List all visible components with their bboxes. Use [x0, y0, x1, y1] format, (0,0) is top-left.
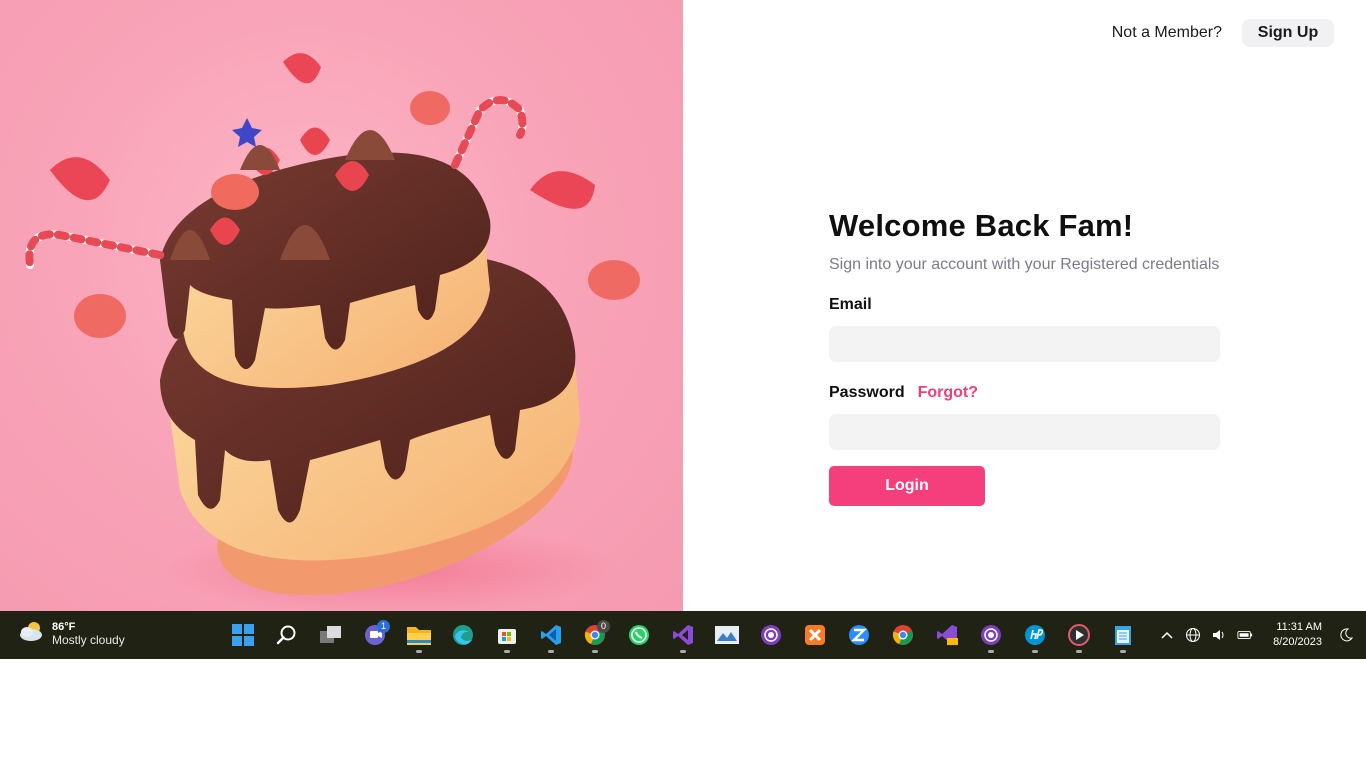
password-label: Password [829, 384, 905, 401]
xampp-icon [805, 625, 825, 645]
file-explorer-icon [407, 627, 431, 645]
cake-illustration [25, 53, 640, 611]
running-indicator [504, 650, 510, 653]
login-button[interactable]: Login [829, 466, 985, 506]
chrome-button[interactable]: 0 [577, 617, 613, 653]
media-player-button[interactable] [1061, 617, 1097, 653]
volume-icon[interactable] [1211, 627, 1227, 643]
visual-studio-button[interactable] [665, 617, 701, 653]
email-field[interactable] [829, 326, 1220, 362]
chrome-badge: 0 [597, 620, 610, 633]
taskbar-apps: 1 0 [225, 617, 1141, 653]
start-button[interactable] [225, 617, 261, 653]
notepad-button[interactable] [1105, 617, 1141, 653]
sign-up-button[interactable]: Sign Up [1242, 19, 1334, 47]
login-panel: Not a Member? Sign Up Welcome Back Fam! … [683, 0, 1366, 611]
visual-studio-icon [673, 625, 693, 645]
network-globe-icon[interactable] [1185, 627, 1201, 643]
start-icon [232, 624, 254, 646]
weather-temperature: 86°F [52, 620, 76, 633]
vscode-icon [541, 625, 561, 645]
vscode-button[interactable] [533, 617, 569, 653]
running-indicator [548, 650, 554, 653]
teams-badge: 1 [377, 620, 390, 633]
chevron-up-icon[interactable] [1159, 627, 1175, 643]
clock-date: 8/20/2023 [1273, 636, 1322, 648]
edge-icon [453, 625, 473, 645]
hero-panel [0, 0, 683, 611]
tor-browser-secondary-icon [981, 625, 1001, 645]
weather-cloud-icon [18, 620, 46, 647]
running-indicator [988, 650, 994, 653]
email-label-row: Email [829, 296, 1220, 314]
edge-button[interactable] [445, 617, 481, 653]
system-tray: 11:31 AM 8/20/2023 [1159, 611, 1354, 659]
running-indicator [1032, 650, 1038, 653]
media-player-icon [1068, 624, 1090, 646]
clock[interactable]: 11:31 AM 8/20/2023 [1273, 620, 1322, 650]
password-label-row: Password Forgot? [829, 384, 1220, 402]
photos-button[interactable] [709, 617, 745, 653]
page-subtitle: Sign into your account with your Registe… [829, 256, 1220, 273]
forgot-password-link[interactable]: Forgot? [918, 384, 978, 402]
photos-icon [715, 626, 739, 644]
tor-browser-button[interactable] [753, 617, 789, 653]
zoom-button[interactable] [841, 617, 877, 653]
battery-icon[interactable] [1237, 627, 1253, 643]
tor-browser-icon [761, 625, 781, 645]
password-field[interactable] [829, 414, 1220, 450]
running-indicator [592, 650, 598, 653]
running-indicator [416, 650, 422, 653]
microsoft-store-button[interactable] [489, 617, 525, 653]
running-indicator [1120, 650, 1126, 653]
visual-studio-preview-button[interactable] [929, 617, 965, 653]
notepad-icon [1115, 626, 1131, 645]
whatsapp-icon [629, 625, 649, 645]
login-form: Welcome Back Fam! Sign into your account… [829, 208, 1220, 506]
visual-studio-preview-icon [937, 625, 958, 645]
hp-icon [1025, 625, 1045, 645]
search-button[interactable] [269, 617, 305, 653]
teams-chat-button[interactable]: 1 [357, 617, 393, 653]
moon-icon[interactable] [1338, 627, 1354, 643]
running-indicator [680, 650, 686, 653]
tor-browser-secondary-button[interactable] [973, 617, 1009, 653]
zoom-icon [849, 625, 869, 645]
task-view-button[interactable] [313, 617, 349, 653]
screen: Not a Member? Sign Up Welcome Back Fam! … [0, 0, 1366, 768]
chrome-secondary-icon [892, 625, 913, 645]
microsoft-store-icon [498, 629, 516, 644]
taskbar: 86°F Mostly cloudy 1 0 11:31 AM 8/20/202… [0, 611, 1366, 659]
task-view-icon [320, 626, 341, 643]
weather-description: Mostly cloudy [52, 632, 125, 647]
email-label: Email [829, 296, 872, 313]
clock-time: 11:31 AM [1276, 621, 1322, 633]
whatsapp-button[interactable] [621, 617, 657, 653]
running-indicator [1076, 650, 1082, 653]
page-title: Welcome Back Fam! [829, 208, 1134, 243]
search-icon [276, 625, 296, 645]
hp-button[interactable] [1017, 617, 1053, 653]
chrome-secondary-button[interactable] [885, 617, 921, 653]
file-explorer-button[interactable] [401, 617, 437, 653]
weather-widget[interactable]: 86°F Mostly cloudy [18, 620, 125, 647]
top-bar: Not a Member? Sign Up [1112, 19, 1334, 47]
not-member-text: Not a Member? [1111, 24, 1222, 41]
xampp-button[interactable] [797, 617, 833, 653]
